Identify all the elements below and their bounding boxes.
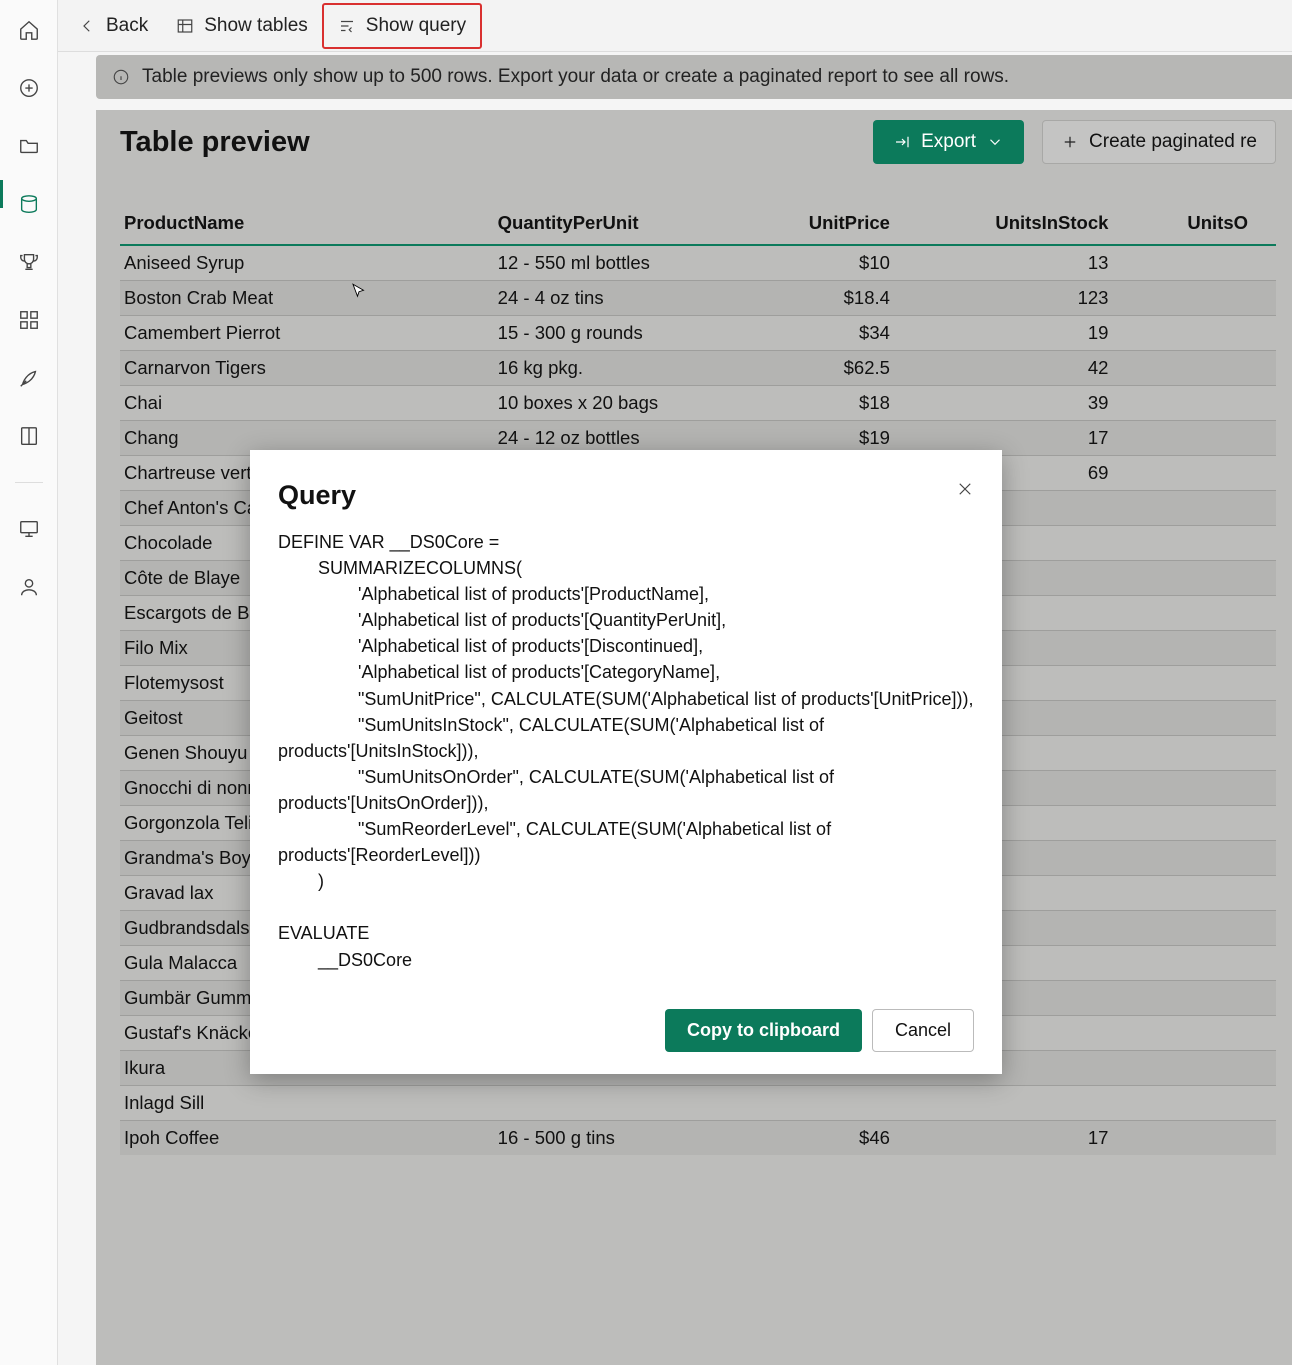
notice-text: Table previews only show up to 500 rows.… [142,66,1009,88]
create-paginated-label: Create paginated re [1089,131,1257,153]
cancel-button[interactable]: Cancel [872,1009,974,1052]
export-icon [893,133,911,151]
export-label: Export [921,131,976,153]
col-unitso[interactable]: UnitsO [1136,202,1276,245]
table-row[interactable]: Camembert Pierrot15 - 300 g rounds$3419 [120,316,1276,351]
query-modal: Query DEFINE VAR __DS0Core = SUMMARIZECO… [250,450,1002,1074]
plus-circle-icon[interactable] [17,76,41,100]
query-icon [338,17,356,35]
info-notice: Table previews only show up to 500 rows.… [96,55,1292,99]
page-title: Table preview [120,126,310,159]
database-icon[interactable] [17,192,41,216]
person-icon[interactable] [17,575,41,599]
table-row[interactable]: Ipoh Coffee16 - 500 g tins$4617 [120,1121,1276,1156]
table-head: ProductNameQuantityPerUnitUnitPriceUnits… [120,202,1276,245]
top-toolbar: Back Show tables Show query [58,0,1292,52]
page-header: Table preview Export Create paginated re [120,120,1276,164]
back-label: Back [106,15,148,37]
chevron-down-icon [986,133,1004,151]
show-query-button[interactable]: Show query [322,3,482,49]
app-icon[interactable] [17,308,41,332]
export-button[interactable]: Export [873,120,1024,164]
monitor-icon[interactable] [17,517,41,541]
col-unitsinstock[interactable]: UnitsInStock [918,202,1137,245]
table-icon [176,17,194,35]
table-row[interactable]: Aniseed Syrup12 - 550 ml bottles$1013 [120,245,1276,281]
active-marker [0,180,3,208]
col-productname[interactable]: ProductName [120,202,494,245]
folder-icon[interactable] [17,134,41,158]
rocket-icon[interactable] [17,366,41,390]
sidebar-divider [15,482,43,483]
close-button[interactable] [956,480,974,503]
table-row[interactable]: Inlagd Sill [120,1086,1276,1121]
col-quantityperunit[interactable]: QuantityPerUnit [494,202,748,245]
show-tables-label: Show tables [204,15,308,37]
table-row[interactable]: Chai10 boxes x 20 bags$1839 [120,386,1276,421]
query-body[interactable]: DEFINE VAR __DS0Core = SUMMARIZECOLUMNS(… [278,511,974,995]
back-button[interactable]: Back [64,5,162,47]
table-row[interactable]: Boston Crab Meat24 - 4 oz tins$18.4123 [120,281,1276,316]
close-icon [956,480,974,498]
modal-title: Query [278,480,356,511]
left-sidebar [0,0,58,1365]
copy-to-clipboard-button[interactable]: Copy to clipboard [665,1009,862,1052]
show-query-label: Show query [366,15,466,37]
modal-footer: Copy to clipboard Cancel [278,995,974,1052]
plus-icon [1061,133,1079,151]
book-icon[interactable] [17,424,41,448]
chevron-left-icon [78,17,96,35]
info-icon [112,68,130,86]
create-paginated-button[interactable]: Create paginated re [1042,120,1276,164]
modal-header: Query [278,480,974,511]
page-actions: Export Create paginated re [873,120,1276,164]
trophy-icon[interactable] [17,250,41,274]
table-row[interactable]: Carnarvon Tigers16 kg pkg.$62.542 [120,351,1276,386]
col-unitprice[interactable]: UnitPrice [747,202,918,245]
home-icon[interactable] [17,18,41,42]
show-tables-button[interactable]: Show tables [162,5,322,47]
